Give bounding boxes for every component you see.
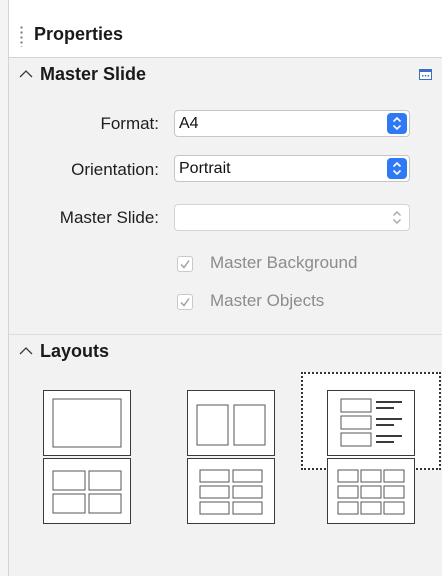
panel-title: Properties [34,24,124,44]
layout-two-columns-icon [196,404,266,446]
layout-blank-icon [52,398,122,448]
master-slide-select[interactable] [174,204,410,231]
layout-six-boxes-icon [199,469,263,515]
format-label: Format: [100,114,159,133]
orientation-select[interactable]: Portrait [174,155,410,182]
drag-handle-icon[interactable] [20,25,23,47]
master-background-label: Master Background [210,253,358,272]
orientation-label: Orientation: [71,160,159,179]
master-objects-label: Master Objects [210,291,325,310]
layouts-section: Layouts [9,335,442,576]
select-arrows-icon [387,207,407,228]
master-objects-checkbox[interactable] [177,294,193,310]
left-edge-bar [0,0,9,576]
format-value: A4 [179,115,199,132]
layout-nine-boxes[interactable] [327,458,415,524]
layout-two-columns[interactable] [187,390,275,456]
master-slide-section: Master Slide Format: A4 Orientation: Por… [9,58,442,334]
orientation-value: Portrait [179,160,231,177]
checkmark-icon [180,260,190,269]
layouts-section-title: Layouts [40,341,110,361]
layout-four-boxes-icon [52,470,122,514]
layout-six-boxes[interactable] [187,458,275,524]
layout-four-boxes[interactable] [43,458,131,524]
layout-title-content[interactable] [327,390,415,456]
layout-title-content-icon [340,398,402,447]
chevron-up-icon[interactable] [19,69,33,79]
checkmark-icon [180,298,190,307]
select-arrows-icon[interactable] [387,113,407,134]
master-slide-header[interactable]: Master Slide [9,58,442,92]
more-options-icon[interactable] [419,69,432,80]
master-background-checkbox[interactable] [177,256,193,272]
layouts-header[interactable]: Layouts [9,335,442,369]
layout-blank[interactable] [43,390,131,456]
chevron-up-icon[interactable] [19,346,33,356]
layout-nine-boxes-icon [337,469,405,515]
format-select[interactable]: A4 [174,110,410,137]
master-slide-section-title: Master Slide [40,64,147,84]
select-arrows-icon[interactable] [387,158,407,179]
master-slide-label: Master Slide: [59,208,159,227]
